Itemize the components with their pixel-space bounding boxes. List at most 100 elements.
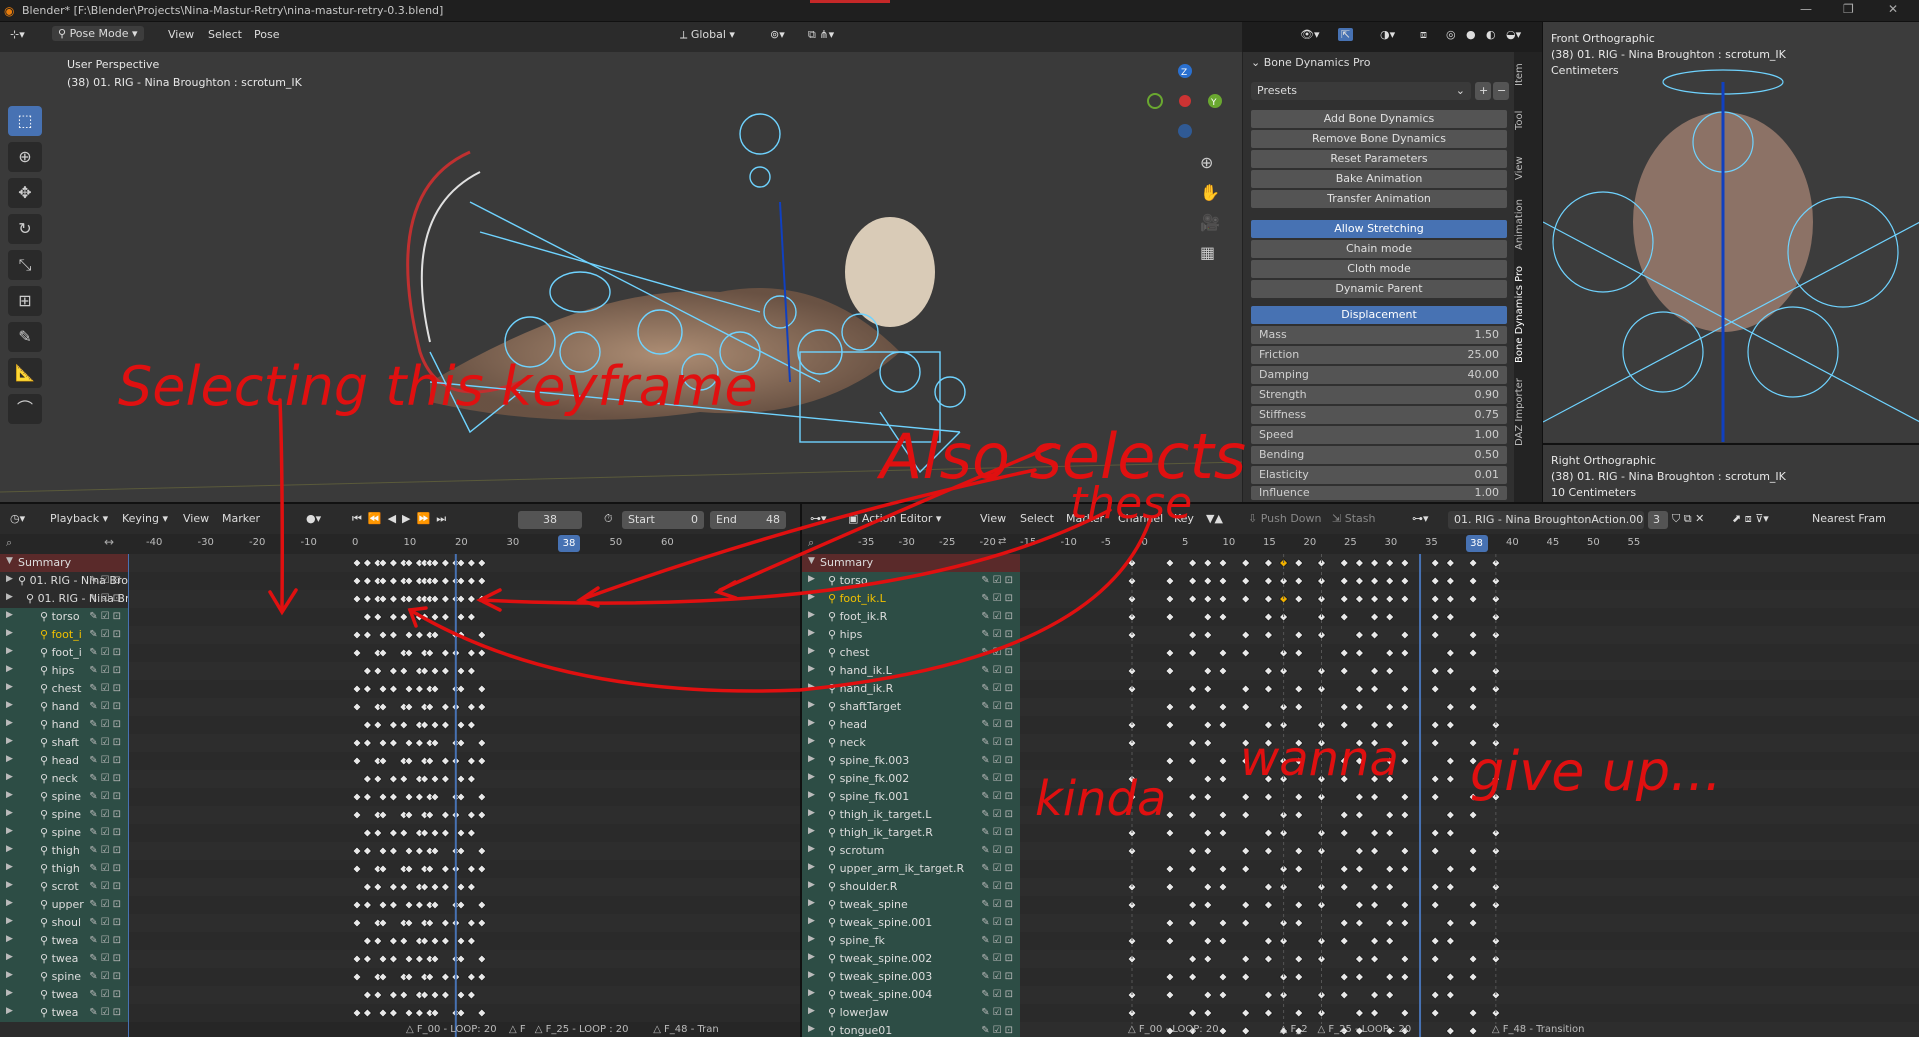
panel-header[interactable]: ⌄ Bone Dynamics Pro (1251, 56, 1370, 69)
channel-row[interactable]: ▶ ⚲ scrot ✎☑⊡ (0, 878, 128, 896)
preview-range-icon[interactable]: ⏱ (604, 512, 613, 526)
expand-icon[interactable]: ▶ (6, 898, 13, 908)
friction-field[interactable]: Friction 25.00 (1251, 346, 1507, 364)
expand-icon[interactable]: ▶ (808, 592, 815, 602)
chain-mode-toggle[interactable]: Chain mode (1251, 240, 1507, 258)
visibility-icon[interactable]: 👁▾ (1300, 28, 1320, 41)
add-bone-dynamics-button[interactable]: Add Bone Dynamics (1251, 110, 1507, 128)
expand-icon[interactable]: ▶ (808, 808, 815, 818)
expand-icon[interactable]: ▶ (808, 952, 815, 962)
channel-row[interactable]: ▶ ⚲ foot_i ✎☑⊡ (0, 626, 128, 644)
editor-type-icon[interactable]: ⊹▾ (10, 28, 25, 41)
action-name-field[interactable]: 01. RIG - Nina BroughtonAction.001 (1448, 511, 1644, 529)
channel-toggle-icons[interactable]: ✎☑⊡ (89, 629, 124, 640)
expand-icon[interactable]: ▶ (6, 682, 13, 692)
timeline-keyframe-canvas[interactable]: △ F_00 - LOOP: 20 △ F △ F_25 - LOOP : 20 △ … (128, 554, 800, 1037)
timeline-swap-icon[interactable]: ↔ (104, 535, 114, 549)
expand-icon[interactable]: ▶ (808, 898, 815, 908)
shading-material-icon[interactable]: ◐ (1486, 28, 1496, 41)
channel-row[interactable]: ▶ ⚲ upper ✎☑⊡ (0, 896, 128, 914)
speed-field[interactable]: Speed 1.00 (1251, 426, 1507, 444)
channel-toggle-icons[interactable]: ✎☑⊡ (981, 917, 1016, 928)
expand-icon[interactable]: ▶ (6, 646, 13, 656)
channel-row[interactable]: ▶ ⚲ thigh ✎☑⊡ (0, 860, 128, 878)
expand-icon[interactable]: ▶ (6, 934, 13, 944)
channel-toggle-icons[interactable]: ✎☑⊡ (89, 917, 124, 928)
channel-row[interactable]: ▶ ⚲ 01. RIG - Nina Bro ✎☑⊡ (0, 572, 128, 590)
channel-row[interactable]: ▶ ⚲ spine ✎☑⊡ (0, 824, 128, 842)
key-row-bg[interactable] (128, 860, 800, 878)
expand-icon[interactable]: ▶ (6, 970, 13, 980)
action-keyframe-canvas[interactable]: △ F_00 - LOOP: 20 △ F_2 △ F_25 - LOOP : 20… (1020, 554, 1919, 1037)
channel-row[interactable]: ▶ ⚲ tweak_spine.002 ✎☑⊡ (802, 950, 1020, 968)
action-channels[interactable]: ▼ Summary ▶ ⚲ torso ✎☑⊡ ▶ ⚲ foot_ik.L ✎☑⊡ ▶ ⚲ foo… (800, 554, 1020, 1037)
channel-toggle-icons[interactable]: ✎☑⊡ (981, 701, 1016, 712)
channel-row[interactable]: ▶ ⚲ lowerJaw ✎☑⊡ (802, 1004, 1020, 1022)
bake-animation-button[interactable]: Bake Animation (1251, 170, 1507, 188)
channel-toggle-icons[interactable]: ✎☑⊡ (981, 737, 1016, 748)
expand-icon[interactable]: ▶ (6, 826, 13, 836)
zoom-icon[interactable]: ⊕ (1200, 148, 1220, 178)
tab-tool[interactable]: Tool (1514, 100, 1542, 140)
camera-icon[interactable]: 🎥 (1200, 208, 1220, 238)
menu-playback[interactable]: Playback ▾ (50, 512, 108, 525)
channel-row[interactable]: ▶ ⚲ tongue01 ✎☑⊡ (802, 1022, 1020, 1037)
key-row-bg[interactable] (128, 752, 800, 770)
expand-icon[interactable]: ▶ (808, 970, 815, 980)
channel-row[interactable]: ▶ ⚲ shaftTarget ✎☑⊡ (802, 698, 1020, 716)
channel-toggle-icons[interactable]: ✎☑⊡ (981, 755, 1016, 766)
expand-icon[interactable]: ▶ (808, 682, 815, 692)
expand-icon[interactable]: ▶ (6, 952, 13, 962)
channel-toggle-icons[interactable]: ✎☑⊡ (981, 989, 1016, 1000)
channel-row[interactable]: ▶ ⚲ twea ✎☑⊡ (0, 986, 128, 1004)
pivot-icon[interactable]: ⊚▾ (770, 28, 785, 41)
transform-icon[interactable]: ⊞ (8, 286, 42, 316)
gizmo-icon[interactable]: ⇱ (1338, 28, 1354, 41)
expand-icon[interactable]: ▶ (6, 736, 13, 746)
expand-icon[interactable]: ▶ (6, 808, 13, 818)
key-row-bg[interactable] (1020, 716, 1919, 734)
action-ruler[interactable]: ⌕ ⇄ -35 -30 -25 -20 -15 -10 -5 0 5 10 15 20 25 30 35 38… (800, 534, 1919, 554)
preset-remove-button[interactable]: − (1493, 82, 1509, 100)
close-icon[interactable]: ✕ (1888, 2, 1898, 16)
tab-view[interactable]: View (1514, 148, 1542, 188)
channel-row[interactable]: ▶ ⚲ head ✎☑⊡ (802, 716, 1020, 734)
snap-mode-dropdown[interactable]: Nearest Fram (1812, 512, 1886, 525)
channel-toggle-icons[interactable]: ✎☑⊡ (981, 899, 1016, 910)
key-row-bg[interactable] (128, 968, 800, 986)
preset-add-button[interactable]: + (1475, 82, 1491, 100)
shading-wire-icon[interactable]: ◎ (1446, 28, 1456, 41)
timeline-ruler[interactable]: ⌕ ↔ -40 -30 -20 -10 0 10 20 30 38 50 60 (0, 534, 800, 554)
key-row-bg[interactable] (1020, 824, 1919, 842)
expand-icon[interactable]: ▶ (808, 664, 815, 674)
pan-icon[interactable]: ✋ (1200, 178, 1220, 208)
expand-icon[interactable]: ▶ (6, 772, 13, 782)
expand-icon[interactable]: ▶ (808, 934, 815, 944)
channel-toggle-icons[interactable]: ✎☑⊡ (89, 611, 124, 622)
channel-toggle-icons[interactable]: ✎☑⊡ (89, 953, 124, 964)
displacement-toggle[interactable]: Displacement (1251, 306, 1507, 324)
measure-icon[interactable]: 📐 (8, 358, 42, 388)
channel-row[interactable]: ▶ ⚲ spine_fk.003 ✎☑⊡ (802, 752, 1020, 770)
expand-icon[interactable]: ▶ (808, 646, 815, 656)
cloth-mode-toggle[interactable]: Cloth mode (1251, 260, 1507, 278)
action-users-field[interactable]: 3 (1648, 511, 1668, 529)
channel-row[interactable]: ▶ ⚲ hand_ik.L ✎☑⊡ (802, 662, 1020, 680)
influence-field[interactable]: Influence 1.00 (1251, 486, 1507, 500)
record-icon[interactable]: ●▾ (306, 512, 321, 525)
channel-row[interactable]: ▶ ⚲ tweak_spine.004 ✎☑⊡ (802, 986, 1020, 1004)
channel-row[interactable]: ▶ ⚲ tweak_spine.001 ✎☑⊡ (802, 914, 1020, 932)
select-box-icon[interactable]: ⬚ (8, 106, 42, 136)
rotate-icon[interactable]: ↻ (8, 214, 42, 244)
channel-toggle-icons[interactable]: ✎☑⊡ (981, 809, 1016, 820)
key-row-bg[interactable] (1020, 662, 1919, 680)
timeline-channels[interactable]: ▼ Summary ▶ ⚲ 01. RIG - Nina Bro ✎☑⊡ ▶ ⚲ 01. R… (0, 554, 128, 1037)
channel-toggle-icons[interactable]: ✎☑⊡ (981, 683, 1016, 694)
expand-icon[interactable]: ▶ (808, 790, 815, 800)
channel-row[interactable]: ▶ ⚲ spine_fk ✎☑⊡ (802, 932, 1020, 950)
expand-icon[interactable]: ▶ (6, 754, 13, 764)
move-action-down-icon[interactable]: ▼▲ (1206, 512, 1223, 525)
channel-row[interactable]: ▶ ⚲ thigh ✎☑⊡ (0, 842, 128, 860)
channel-toggle-icons[interactable]: ✎☑⊡ (89, 575, 124, 586)
expand-icon[interactable]: ▶ (6, 574, 13, 584)
